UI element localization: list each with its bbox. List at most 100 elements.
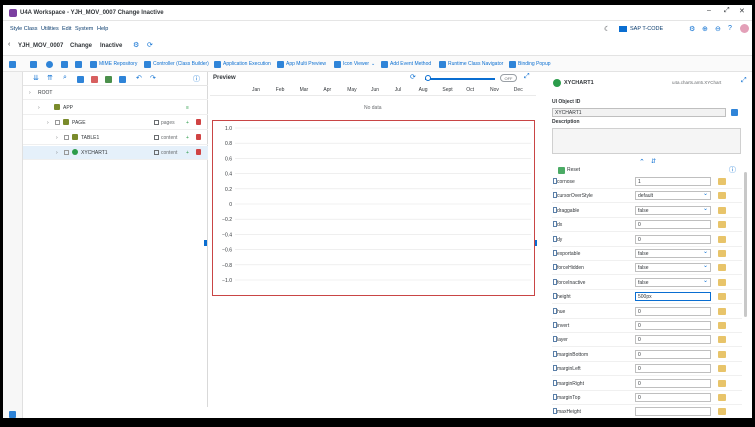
tool-icon[interactable] [61, 61, 68, 68]
comment-icon[interactable] [105, 76, 112, 83]
zoom-in-icon[interactable]: ⊕ [702, 25, 708, 33]
delete-node-icon[interactable] [196, 149, 201, 155]
property-value[interactable]: 1 [635, 177, 711, 186]
property-value[interactable]: false [635, 277, 711, 287]
property-value[interactable]: 0 [635, 364, 711, 374]
binding-icon[interactable] [718, 293, 726, 301]
menu-system[interactable]: System [75, 26, 93, 32]
property-value[interactable]: 0 [635, 378, 711, 388]
moon-icon[interactable]: ☾ [604, 25, 610, 33]
copy-icon[interactable] [77, 76, 84, 83]
undo-icon[interactable]: ↶ [136, 74, 142, 82]
add-event-method-button[interactable]: Add Event Method [381, 59, 431, 69]
layout-icon[interactable] [9, 61, 16, 68]
ui-object-id-field[interactable]: XYCHART1 [552, 108, 726, 117]
delete-node-icon[interactable] [196, 134, 201, 140]
binding-icon[interactable] [718, 350, 726, 358]
tree-row[interactable]: › PAGE pages + [23, 116, 208, 130]
preview-size-slider[interactable] [425, 78, 495, 80]
menu-utilities[interactable]: Utilities [41, 26, 59, 32]
property-value[interactable]: 0 [635, 335, 711, 345]
delete-node-icon[interactable] [196, 119, 201, 125]
preview-toggle[interactable]: OFF [500, 74, 517, 82]
property-value[interactable]: false [635, 205, 711, 215]
description-field[interactable] [552, 128, 741, 154]
collapse-all-icon[interactable]: ⇈ [47, 74, 53, 82]
property-value[interactable]: 0 [635, 234, 711, 244]
binding-icon[interactable] [718, 278, 726, 286]
binding-icon[interactable] [718, 307, 726, 315]
tree-checkbox[interactable] [64, 135, 69, 140]
activate-icon[interactable]: ⚙ [133, 41, 139, 49]
binding-popup-button[interactable]: Binding Popup [509, 59, 551, 69]
controller-button[interactable]: Controller (Class Builder) [144, 59, 209, 69]
binding-icon[interactable] [718, 250, 726, 257]
props-expand-icon[interactable]: ⤢ [741, 77, 747, 85]
binding-icon[interactable] [718, 322, 726, 329]
binding-icon[interactable] [718, 394, 726, 401]
tree-row[interactable]: › ROOT [23, 86, 208, 100]
binding-icon[interactable] [718, 365, 726, 373]
property-value[interactable]: false [635, 262, 711, 273]
binding-icon[interactable] [718, 192, 726, 200]
tree-toggle-icon[interactable]: › [29, 90, 31, 96]
reset-button[interactable]: Reset [558, 166, 580, 174]
property-value[interactable]: 0 [635, 220, 711, 230]
expand-all-icon[interactable]: ⇊ [33, 74, 39, 82]
help-icon[interactable]: ? [728, 25, 732, 32]
menu-edit[interactable]: Edit [62, 26, 71, 32]
tree-toggle-icon[interactable]: › [56, 135, 58, 141]
binding-icon[interactable] [718, 178, 726, 185]
shield-icon[interactable] [46, 61, 53, 68]
maximize-icon[interactable]: ⤢ [724, 7, 730, 15]
add-child-icon[interactable]: + [186, 120, 189, 126]
tree-checkbox[interactable] [55, 120, 60, 125]
database-icon[interactable] [30, 61, 37, 68]
add-child-icon[interactable]: + [186, 150, 189, 156]
runtime-class-navigator-button[interactable]: Runtime Class Navigator [439, 59, 503, 69]
fullscreen-icon[interactable]: ⤢ [524, 73, 530, 81]
preview-slider-knob[interactable] [425, 75, 431, 81]
property-value[interactable]: default [635, 190, 711, 201]
delete-icon[interactable] [91, 76, 98, 83]
icon-viewer-button[interactable]: Icon Viewer ⌄ [334, 59, 375, 69]
binding-icon[interactable] [718, 379, 726, 387]
user-icon[interactable] [119, 76, 126, 83]
binding-icon[interactable] [718, 235, 726, 243]
menu-help[interactable]: Help [97, 26, 108, 32]
tree-toggle-icon[interactable]: › [47, 120, 49, 126]
back-icon[interactable]: ‹ [8, 41, 10, 48]
add-child-icon[interactable]: ≡ [186, 105, 189, 111]
tree-checkbox[interactable] [64, 150, 69, 155]
property-value[interactable] [635, 407, 711, 417]
menu-style-class[interactable]: Style Class [10, 26, 38, 32]
props-help-icon[interactable]: ⓘ [729, 165, 736, 175]
left-splitter-handle[interactable] [204, 240, 207, 246]
property-value[interactable]: 0 [635, 306, 711, 316]
tree-help-icon[interactable]: ⓘ [193, 74, 200, 84]
property-value[interactable]: false [635, 248, 711, 258]
binding-icon[interactable] [718, 221, 726, 229]
copy-id-icon[interactable] [731, 109, 738, 116]
property-value[interactable]: 0 [635, 393, 711, 402]
code-icon[interactable] [75, 61, 82, 68]
tree-toggle-icon[interactable]: › [38, 105, 40, 111]
refresh-icon[interactable]: ⟳ [147, 41, 153, 49]
app-multi-preview-button[interactable]: App Multi Preview [277, 59, 326, 69]
avatar[interactable] [740, 24, 749, 33]
mime-repository-button[interactable]: MIME Repository [90, 59, 137, 69]
binding-icon[interactable] [718, 336, 726, 344]
search-icon[interactable]: ⌕ [63, 74, 67, 82]
property-value[interactable]: 0 [635, 321, 711, 330]
zoom-out-icon[interactable]: ⊖ [715, 25, 721, 33]
binding-icon[interactable] [718, 408, 726, 416]
close-icon[interactable]: ✕ [739, 7, 745, 15]
binding-icon[interactable] [718, 264, 726, 272]
property-value[interactable]: 0 [635, 349, 711, 359]
redo-icon[interactable]: ↷ [150, 74, 156, 82]
tree-toggle-icon[interactable]: › [56, 150, 58, 156]
preview-refresh-icon[interactable]: ⟳ [410, 73, 416, 81]
tree-row[interactable]: › XYCHART1 content + [23, 146, 208, 160]
tree-row[interactable]: › APP ≡ [23, 101, 208, 115]
props-scrollbar[interactable] [744, 172, 747, 317]
